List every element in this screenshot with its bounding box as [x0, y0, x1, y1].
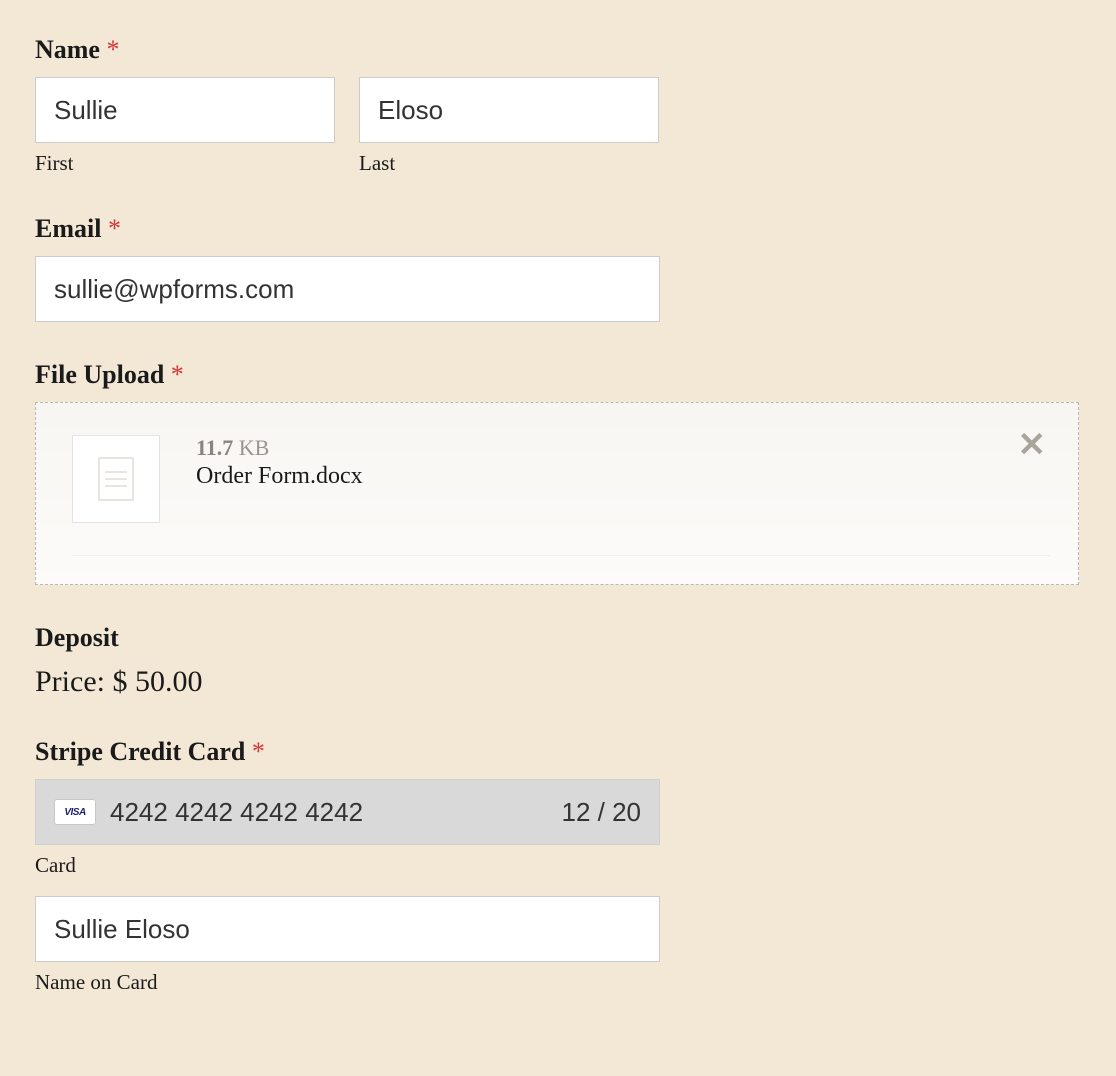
name-field: Name * First Last: [35, 35, 1081, 176]
card-sublabel: Card: [35, 853, 1081, 878]
uploaded-file-row: 11.7 KB Order Form.docx ✕: [72, 435, 1050, 556]
file-thumbnail: [72, 435, 160, 523]
file-size: 11.7 KB: [196, 435, 1050, 461]
required-asterisk: *: [108, 214, 121, 243]
card-number: 4242 4242 4242 4242: [110, 797, 547, 828]
credit-card-label-text: Stripe Credit Card: [35, 737, 245, 766]
deposit-price: Price: $ 50.00: [35, 665, 1081, 699]
doc-icon-line: [105, 478, 127, 480]
file-upload-label: File Upload *: [35, 360, 1081, 390]
required-asterisk: *: [252, 737, 265, 766]
email-input[interactable]: [35, 256, 660, 322]
file-upload-label-text: File Upload: [35, 360, 164, 389]
file-name: Order Form.docx: [196, 463, 1050, 490]
name-on-card-input[interactable]: [35, 896, 660, 962]
file-upload-dropzone[interactable]: 11.7 KB Order Form.docx ✕: [35, 402, 1079, 585]
deposit-label: Deposit: [35, 623, 1081, 653]
file-meta: 11.7 KB Order Form.docx: [196, 435, 1050, 490]
email-label: Email *: [35, 214, 1081, 244]
file-upload-field: File Upload * 11.7 KB Order Form.docx ✕: [35, 360, 1081, 585]
close-icon: ✕: [1018, 427, 1047, 464]
remove-file-button[interactable]: ✕: [1018, 429, 1047, 463]
deposit-field: Deposit Price: $ 50.00: [35, 623, 1081, 699]
name-row: First Last: [35, 77, 1081, 176]
first-name-col: First: [35, 77, 335, 176]
card-expiry: 12 / 20: [561, 797, 641, 828]
first-name-sublabel: First: [35, 151, 335, 176]
first-name-input[interactable]: [35, 77, 335, 143]
file-size-unit: KB: [239, 435, 270, 460]
credit-card-label: Stripe Credit Card *: [35, 737, 1081, 767]
last-name-input[interactable]: [359, 77, 659, 143]
last-name-sublabel: Last: [359, 151, 659, 176]
email-label-text: Email: [35, 214, 101, 243]
visa-icon: VISA: [54, 799, 96, 825]
last-name-col: Last: [359, 77, 659, 176]
spacer: [35, 878, 1081, 896]
credit-card-field: Stripe Credit Card * VISA 4242 4242 4242…: [35, 737, 1081, 995]
name-on-card-sublabel: Name on Card: [35, 970, 1081, 995]
document-icon: [98, 457, 134, 501]
required-asterisk: *: [171, 360, 184, 389]
file-size-number: 11.7: [196, 435, 233, 460]
required-asterisk: *: [106, 35, 119, 64]
email-field: Email *: [35, 214, 1081, 322]
name-label-text: Name: [35, 35, 100, 64]
credit-card-input[interactable]: VISA 4242 4242 4242 4242 12 / 20: [35, 779, 660, 845]
name-label: Name *: [35, 35, 1081, 65]
